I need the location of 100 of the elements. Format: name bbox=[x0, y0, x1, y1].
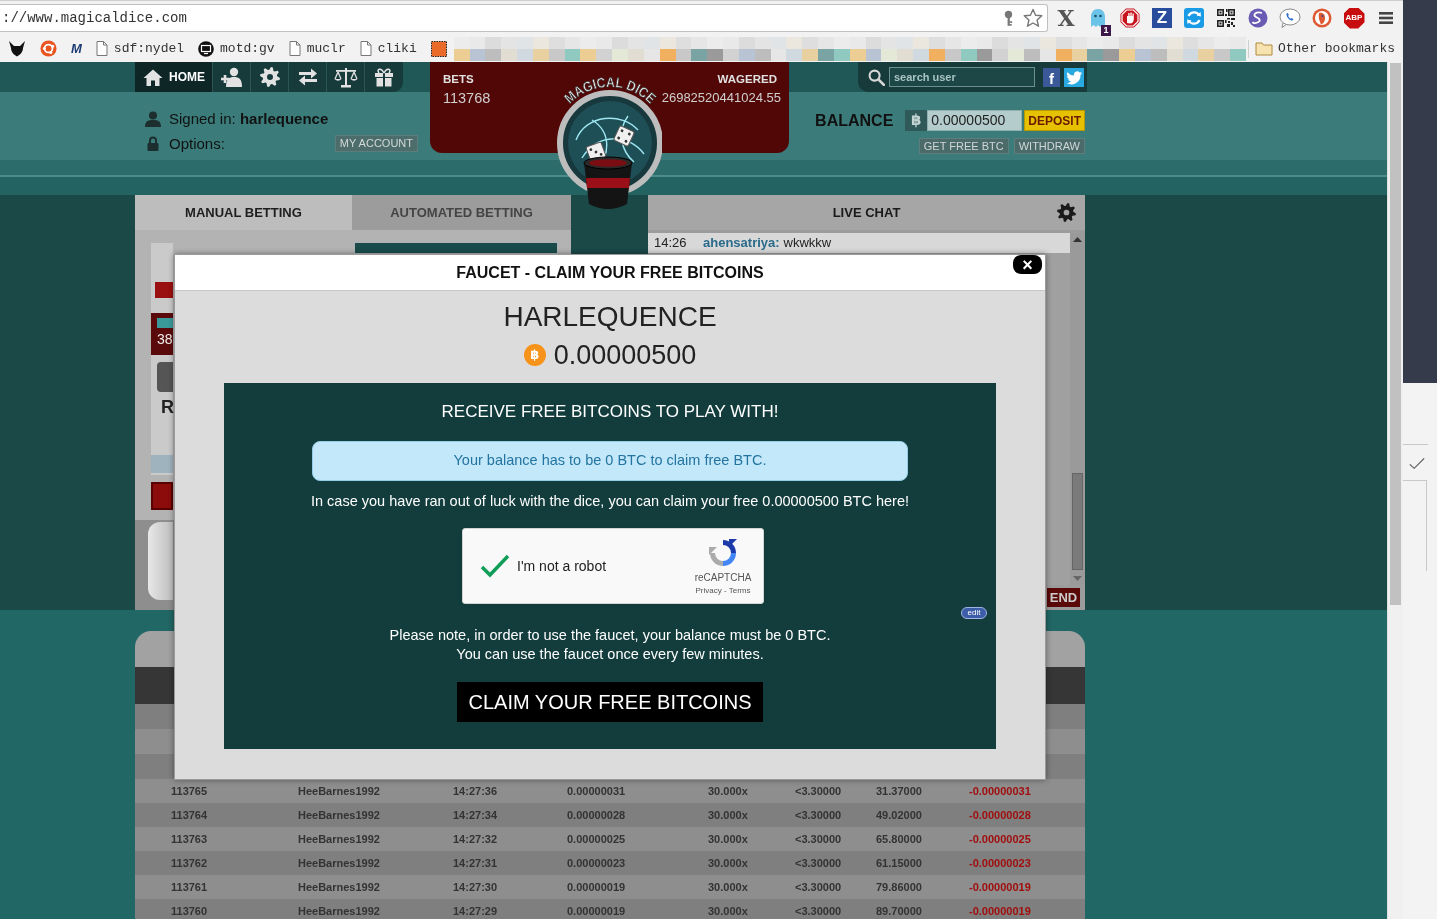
table-cell-text: 0.00000019 bbox=[567, 881, 627, 893]
scrollbar-thumb[interactable] bbox=[1390, 63, 1401, 605]
notification-badge: 1 bbox=[1101, 25, 1111, 36]
home-icon bbox=[143, 68, 163, 86]
page-icon bbox=[359, 41, 372, 56]
bets-value: 113768 bbox=[443, 89, 491, 107]
edit-button[interactable]: edit bbox=[961, 607, 987, 619]
stop-hand-icon[interactable] bbox=[1120, 8, 1140, 28]
scrollbar[interactable] bbox=[1387, 62, 1403, 919]
sync-icon[interactable] bbox=[1184, 8, 1204, 28]
table-cell-text: <3.30000 bbox=[795, 881, 843, 893]
note-text: Please note, in order to use the faucet, your balance must be 0 BTC. bbox=[389, 626, 831, 645]
header-button[interactable]: WITHDRAW bbox=[1013, 138, 1085, 154]
table-cell-text: 113763 bbox=[171, 833, 209, 845]
message-user[interactable]: ahensatriya: bbox=[703, 233, 780, 253]
add-user-icon bbox=[220, 67, 243, 87]
extension-button[interactable]: Z bbox=[1152, 8, 1172, 28]
signed-in-text: Signed in: harlequence bbox=[169, 110, 329, 128]
table-cell-text: <3.30000 bbox=[795, 809, 843, 821]
scales-icon bbox=[333, 66, 358, 88]
strip-bar bbox=[151, 455, 173, 473]
menu-icon[interactable] bbox=[1379, 11, 1393, 25]
bookmark-link[interactable]: motd:gv bbox=[198, 40, 275, 57]
bitcoin-icon: ฿ bbox=[523, 344, 546, 366]
circular-arrows-icon bbox=[707, 536, 739, 569]
table-cell-text: 113761 bbox=[171, 881, 209, 893]
message-time: 14:26 bbox=[654, 234, 688, 253]
table-cell-text: 30.000x bbox=[708, 857, 749, 869]
tab[interactable]: AUTOMATED BETTING bbox=[352, 195, 571, 230]
bookmark-link[interactable]: cliki bbox=[359, 40, 417, 57]
table-cell-text: 113762 bbox=[171, 857, 209, 869]
table-cell-text: -0.00000028 bbox=[969, 809, 1032, 821]
grip-button[interactable] bbox=[157, 362, 173, 392]
message-text: wkwkkw bbox=[783, 234, 832, 253]
table-cell-text: 65.80000 bbox=[876, 833, 923, 845]
intro-text: In case you have ran out of luck with the dice, you can claim your free 0.00000500 BTC here! bbox=[310, 492, 910, 511]
bookmark-link[interactable]: M bbox=[71, 40, 82, 57]
table-cell-text: 14:27:29 bbox=[453, 905, 499, 917]
currency-symbol: ฿ bbox=[905, 110, 928, 131]
search-icon[interactable] bbox=[868, 68, 885, 86]
table-cell-text: 30.000x bbox=[708, 905, 749, 917]
twitter-button[interactable] bbox=[1064, 67, 1084, 87]
table-cell-text: 0.00000031 bbox=[567, 785, 627, 797]
captcha-links[interactable]: Privacy - Terms bbox=[695, 585, 751, 596]
nav-button[interactable] bbox=[364, 62, 402, 92]
balance-field: 0.00000500 bbox=[927, 110, 1023, 131]
claim-button[interactable]: CLAIM YOUR FREE BITCOINS bbox=[457, 682, 763, 722]
swirl-icon[interactable] bbox=[1248, 8, 1268, 28]
balance-label: BALANCE bbox=[815, 110, 894, 131]
table-cell-text: HeeBarnes1992 bbox=[298, 809, 381, 821]
address-field[interactable]: ://www.magicaldice.com bbox=[0, 4, 1048, 32]
phone-bubble-icon[interactable] bbox=[1279, 8, 1301, 28]
bookmark-link[interactable]: sdf:nydel bbox=[95, 40, 185, 57]
close-button[interactable]: × bbox=[1013, 255, 1042, 274]
ghost-icon[interactable] bbox=[1089, 8, 1107, 28]
table-cell-text: HeeBarnes1992 bbox=[298, 881, 381, 893]
home-button[interactable]: HOME bbox=[135, 62, 212, 92]
deposit-button[interactable]: DEPOSIT bbox=[1024, 110, 1085, 131]
star-icon[interactable] bbox=[1023, 8, 1043, 28]
header-button[interactable]: GET FREE BTC bbox=[918, 138, 1009, 154]
search-field[interactable]: search user bbox=[889, 67, 1035, 87]
table-cell-text: <3.30000 bbox=[795, 833, 843, 845]
extension-button[interactable]: ABP bbox=[1343, 7, 1365, 29]
key-icon[interactable] bbox=[1003, 9, 1014, 27]
bird-icon bbox=[1065, 69, 1083, 85]
table-cell-text: HeeBarnes1992 bbox=[298, 905, 381, 917]
bookmark-link[interactable]: muclr bbox=[288, 40, 346, 57]
qr-code-icon[interactable] bbox=[1217, 9, 1235, 27]
round-emblem-icon[interactable] bbox=[1312, 8, 1332, 28]
table-cell-text: -0.00000019 bbox=[969, 905, 1032, 917]
scrollbar-thumb[interactable] bbox=[1072, 473, 1083, 570]
settings-icon[interactable] bbox=[1057, 203, 1076, 222]
tab[interactable]: MANUAL BETTING bbox=[135, 195, 352, 230]
ring-dots-icon[interactable] bbox=[40, 40, 57, 57]
table-cell-text: 30.000x bbox=[708, 881, 749, 893]
chat-title: LIVE CHAT bbox=[832, 203, 901, 222]
facebook-button[interactable]: f bbox=[1043, 67, 1060, 87]
table-cell-text: 30.000x bbox=[708, 833, 749, 845]
other-bookmarks-button[interactable]: Other bookmarks bbox=[1254, 40, 1395, 57]
table-cell-text: 14:27:34 bbox=[453, 809, 499, 821]
value-text: 38 bbox=[157, 331, 173, 347]
my-account-button[interactable]: MY ACCOUNT bbox=[334, 135, 418, 152]
table-cell-text: 0.00000023 bbox=[567, 857, 627, 869]
indicator-bar bbox=[157, 318, 173, 328]
checkmark-icon[interactable] bbox=[480, 554, 510, 578]
table-cell-text: -0.00000019 bbox=[969, 881, 1032, 893]
extension-button[interactable]: X bbox=[1057, 6, 1075, 30]
scroll-up-icon[interactable] bbox=[1073, 237, 1082, 242]
balance-amount: 0.00000500 bbox=[553, 339, 697, 371]
table-cell-text: 14:27:36 bbox=[453, 785, 499, 797]
send-button[interactable]: END bbox=[1047, 588, 1080, 607]
table-cell-text: 113760 bbox=[171, 905, 209, 917]
page-icon bbox=[288, 41, 301, 56]
username-heading: HARLEQUENCE bbox=[503, 300, 717, 334]
exchange-arrows-icon bbox=[296, 67, 319, 87]
animal-head-icon[interactable] bbox=[8, 39, 26, 58]
table-cell-text: -0.00000023 bbox=[969, 857, 1032, 869]
dotted-square-icon[interactable] bbox=[430, 40, 447, 57]
top-hat-drawing bbox=[583, 156, 633, 209]
wagered-value: 26982520441024.55 bbox=[661, 89, 781, 107]
